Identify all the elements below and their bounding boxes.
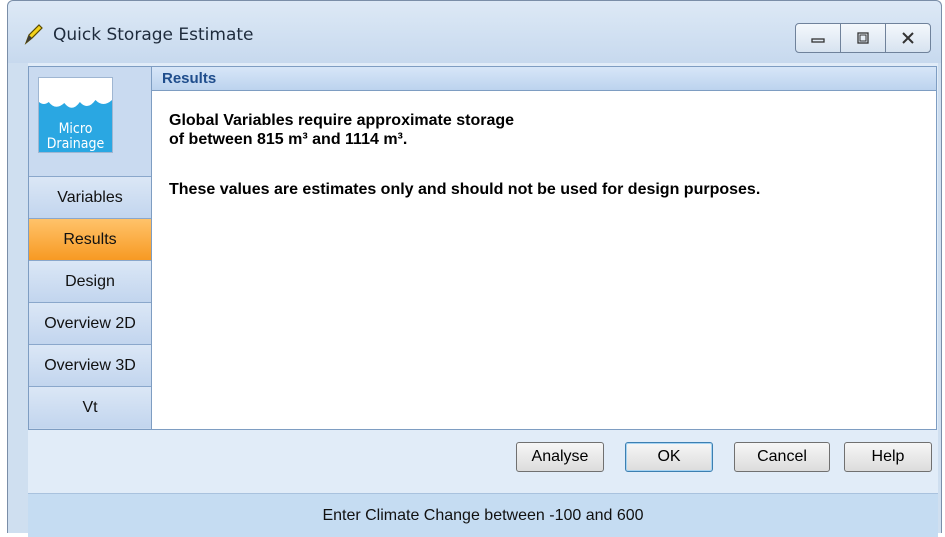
- cancel-button[interactable]: Cancel: [734, 442, 830, 472]
- maximize-button[interactable]: [840, 23, 886, 53]
- sidebar-item-vt[interactable]: Vt: [29, 386, 151, 428]
- storage-line-1: Global Variables require approximate sto…: [169, 112, 515, 129]
- pencil-icon: [24, 24, 43, 45]
- maximize-icon: [857, 32, 869, 44]
- close-button[interactable]: [885, 23, 931, 53]
- help-button[interactable]: Help: [844, 442, 932, 472]
- sidebar: Micro Drainage Variables Results Design …: [29, 67, 152, 429]
- storage-line-2: of between 815 m³ and 1114 m³.: [169, 131, 408, 148]
- disclaimer-text: These values are estimates only and shou…: [169, 181, 761, 198]
- micro-drainage-logo: Micro Drainage: [38, 77, 113, 153]
- sidebar-item-results[interactable]: Results: [29, 218, 151, 260]
- sidebar-item-variables[interactable]: Variables: [29, 176, 151, 218]
- status-bar: Enter Climate Change between -100 and 60…: [28, 493, 938, 537]
- sidebar-item-design[interactable]: Design: [29, 260, 151, 302]
- sidebar-item-overview-2d[interactable]: Overview 2D: [29, 302, 151, 344]
- title-bar[interactable]: Quick Storage Estimate: [8, 1, 941, 63]
- analyse-button[interactable]: Analyse: [516, 442, 604, 472]
- minimize-icon: [811, 38, 825, 43]
- tab-panel: Micro Drainage Variables Results Design …: [28, 66, 937, 430]
- results-header: Results: [152, 67, 936, 91]
- storage-estimate-text: Global Variables require approximate sto…: [169, 111, 889, 149]
- dialog-body: Micro Drainage Variables Results Design …: [28, 63, 938, 537]
- minimize-button[interactable]: [795, 23, 841, 53]
- ok-button[interactable]: OK: [625, 442, 713, 472]
- logo-line1: Micro: [58, 121, 93, 137]
- sidebar-item-overview-3d[interactable]: Overview 3D: [29, 344, 151, 386]
- close-icon: [902, 32, 914, 44]
- logo-line2: Drainage: [46, 136, 105, 152]
- cloud-icon: [39, 78, 112, 108]
- window-controls: [795, 23, 931, 53]
- results-panel: Results Global Variables require approxi…: [152, 67, 936, 429]
- dialog-window: Quick Storage Estimate Micro Drainage Va…: [7, 0, 942, 537]
- window-title: Quick Storage Estimate: [53, 25, 254, 45]
